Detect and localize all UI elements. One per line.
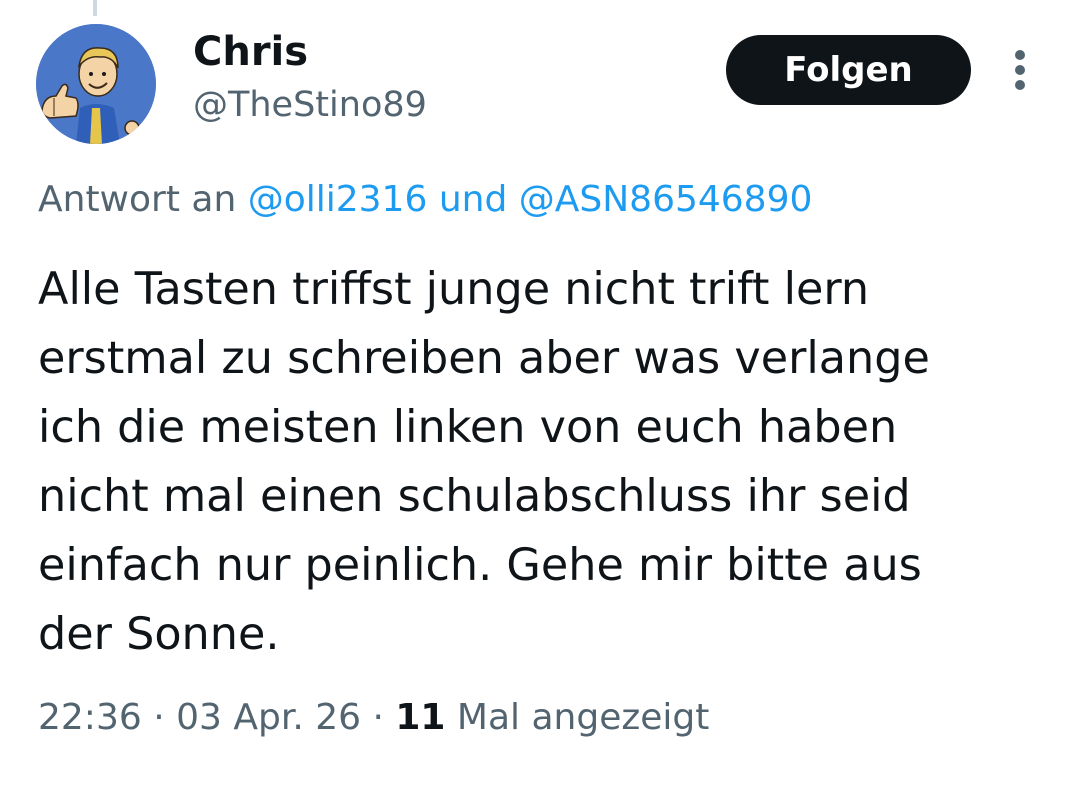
more-options-button[interactable] [1004,48,1036,92]
reply-joiner: und [427,179,519,220]
tweet-text-line: nicht mal einen schulabschluss ihr seid [38,471,911,522]
views-label[interactable]: Mal angezeigt [445,697,709,738]
tweet-text-line: Alle Tasten triffst junge nicht trift le… [38,264,870,315]
tweet-text-line: der Sonne. [38,609,280,660]
author-display-name[interactable]: Chris [193,26,308,78]
tweet-text-line: erstmal zu schreiben aber was verlange [38,333,930,384]
vault-boy-thumbs-up-icon [36,24,156,144]
tweet-date[interactable]: 03 Apr. 26 [176,697,361,738]
meta-separator: · [361,697,396,738]
tweet-metadata: 22:36 · 03 Apr. 26 · 11 Mal angezeigt [38,690,709,746]
reply-context: Antwort an @olli2316 und @ASN86546890 [38,172,812,228]
follow-button-label: Folgen [784,50,913,90]
thread-connector-line [93,0,97,16]
reply-mention-link[interactable]: @olli2316 [248,179,428,220]
reply-mention-link[interactable]: @ASN86546890 [519,179,813,220]
follow-button[interactable]: Folgen [726,35,971,105]
tweet-time[interactable]: 22:36 [38,697,142,738]
avatar[interactable] [36,24,156,144]
author-handle[interactable]: @TheStino89 [193,80,427,130]
tweet-text-line: ich die meisten linken von euch haben [38,402,898,453]
reply-prefix: Antwort an [38,179,248,220]
tweet-text: Alle Tasten triffst junge nicht trift le… [38,255,1048,669]
views-count[interactable]: 11 [395,697,445,738]
meta-separator: · [141,697,177,738]
tweet-text-line: einfach nur peinlich. Gehe mir bitte aus [38,540,922,591]
